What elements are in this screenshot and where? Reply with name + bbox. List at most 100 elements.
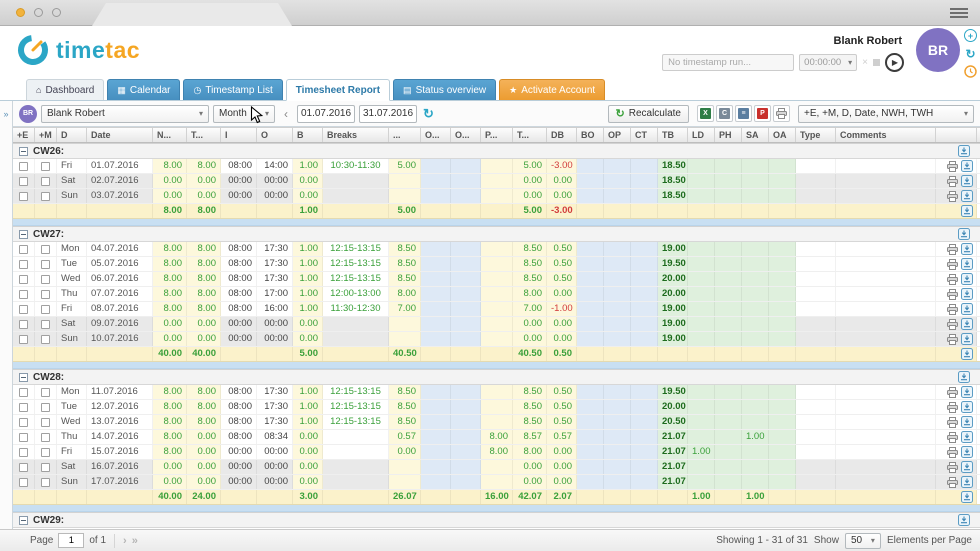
row-checkbox[interactable] (19, 289, 28, 299)
collapse-icon[interactable] (19, 146, 28, 156)
group-header-row[interactable]: CW27: (13, 226, 980, 242)
print-row-icon[interactable] (947, 401, 958, 413)
group-header-row[interactable]: CW28: (13, 369, 980, 385)
clock-icon[interactable] (964, 65, 977, 78)
row-checkbox[interactable] (41, 417, 50, 427)
print-row-icon[interactable] (947, 243, 958, 255)
tab-timestamp-list[interactable]: ◷ Timestamp List (183, 79, 283, 100)
print-row-icon[interactable] (947, 175, 958, 187)
prev-period-icon[interactable]: ‹ (279, 107, 293, 121)
row-checkbox[interactable] (41, 304, 50, 314)
row-checkbox[interactable] (19, 462, 28, 472)
row-checkbox[interactable] (19, 432, 28, 442)
row-checkbox[interactable] (19, 447, 28, 457)
timer-duration-select[interactable]: 00:00:00 ▾ (799, 54, 858, 71)
column-header-Date[interactable]: Date (87, 128, 153, 142)
export-row-icon[interactable] (961, 318, 973, 330)
column-header-OP[interactable]: OP (604, 128, 631, 142)
export-row-icon[interactable] (961, 401, 973, 413)
column-header-O...[interactable]: O... (451, 128, 481, 142)
tab-dashboard[interactable]: ⌂ Dashboard (26, 79, 105, 100)
print-row-icon[interactable] (947, 333, 958, 345)
column-header-Type[interactable]: Type (796, 128, 836, 142)
collapse-icon[interactable] (19, 515, 28, 525)
print-row-icon[interactable] (947, 318, 958, 330)
tab-status-overview[interactable]: ▤ Status overview (393, 79, 497, 100)
print-row-icon[interactable] (947, 273, 958, 285)
last-page-icon[interactable]: » (132, 535, 138, 547)
row-checkbox[interactable] (41, 334, 50, 344)
export-row-icon[interactable] (961, 461, 973, 473)
row-checkbox[interactable] (19, 319, 28, 329)
timestamp-task-input[interactable] (662, 54, 795, 71)
row-checkbox[interactable] (19, 176, 28, 186)
window-button-icon[interactable] (52, 8, 61, 17)
export-row-icon[interactable] (961, 491, 973, 503)
export-row-icon[interactable] (961, 446, 973, 458)
collapse-icon[interactable] (19, 372, 28, 382)
export-row-icon[interactable] (961, 476, 973, 488)
column-header-TB[interactable]: TB (658, 128, 688, 142)
excel-export-icon[interactable]: X (697, 105, 714, 122)
row-checkbox[interactable] (41, 447, 50, 457)
add-icon[interactable]: + (964, 29, 977, 42)
column-header-LD[interactable]: LD (688, 128, 715, 142)
collapse-icon[interactable] (19, 229, 28, 239)
print-row-icon[interactable] (947, 160, 958, 172)
column-header-Comments[interactable]: Comments (836, 128, 936, 142)
start-timer-button[interactable]: ▶ (885, 53, 904, 72)
row-checkbox[interactable] (19, 402, 28, 412)
column-header-T...[interactable]: T... (187, 128, 221, 142)
column-header-O[interactable]: O (257, 128, 293, 142)
pdf-export-icon[interactable]: P (754, 105, 771, 122)
export-row-icon[interactable] (961, 258, 973, 270)
column-header-T...[interactable]: T... (513, 128, 547, 142)
collapse-panel-strip[interactable]: » (0, 101, 13, 529)
print-row-icon[interactable] (947, 431, 958, 443)
export-row-icon[interactable] (961, 416, 973, 428)
row-checkbox[interactable] (41, 176, 50, 186)
column-header-...[interactable]: ... (389, 128, 421, 142)
row-checkbox[interactable] (41, 402, 50, 412)
group-header-row[interactable]: CW29: (13, 512, 980, 528)
export-row-icon[interactable] (958, 514, 970, 526)
browser-tab[interactable] (92, 3, 292, 26)
column-header-SA[interactable]: SA (742, 128, 769, 142)
csv-export-icon[interactable]: C (716, 105, 733, 122)
period-select[interactable]: Month ▾ (213, 104, 275, 123)
export-row-icon[interactable] (961, 288, 973, 300)
print-row-icon[interactable] (947, 476, 958, 488)
reload-icon[interactable]: ↻ (423, 106, 434, 122)
column-header-N...[interactable]: N... (153, 128, 187, 142)
row-checkbox[interactable] (19, 304, 28, 314)
recalculate-button[interactable]: ↻ Recalculate (607, 104, 689, 123)
export-row-icon[interactable] (961, 333, 973, 345)
page-size-select[interactable]: 50 ▾ (844, 532, 881, 549)
print-row-icon[interactable] (947, 288, 958, 300)
tab-calendar[interactable]: ▦ Calendar (107, 79, 181, 100)
column-header-D[interactable]: D (57, 128, 87, 142)
print-row-icon[interactable] (947, 303, 958, 315)
user-avatar[interactable]: BR (916, 28, 960, 72)
column-header-O...[interactable]: O... (421, 128, 451, 142)
row-checkbox[interactable] (41, 161, 50, 171)
print-row-icon[interactable] (947, 461, 958, 473)
window-button-icon[interactable] (16, 8, 25, 17)
date-to-input[interactable] (359, 104, 417, 123)
row-checkbox[interactable] (41, 289, 50, 299)
xml-export-icon[interactable]: ≡ (735, 105, 752, 122)
column-header-+E[interactable]: +E (13, 128, 35, 142)
export-row-icon[interactable] (961, 160, 973, 172)
export-row-icon[interactable] (961, 205, 973, 217)
column-header-PH[interactable]: PH (715, 128, 742, 142)
column-header-DB[interactable]: DB (547, 128, 577, 142)
export-row-icon[interactable] (961, 431, 973, 443)
column-header-CT[interactable]: CT (631, 128, 658, 142)
tab-timesheet-report[interactable]: Timesheet Report (285, 79, 391, 101)
user-select[interactable]: Blank Robert ▾ (41, 104, 209, 123)
row-checkbox[interactable] (41, 191, 50, 201)
row-checkbox[interactable] (19, 387, 28, 397)
row-checkbox[interactable] (19, 161, 28, 171)
column-header-actions[interactable] (936, 128, 977, 142)
export-row-icon[interactable] (961, 348, 973, 360)
